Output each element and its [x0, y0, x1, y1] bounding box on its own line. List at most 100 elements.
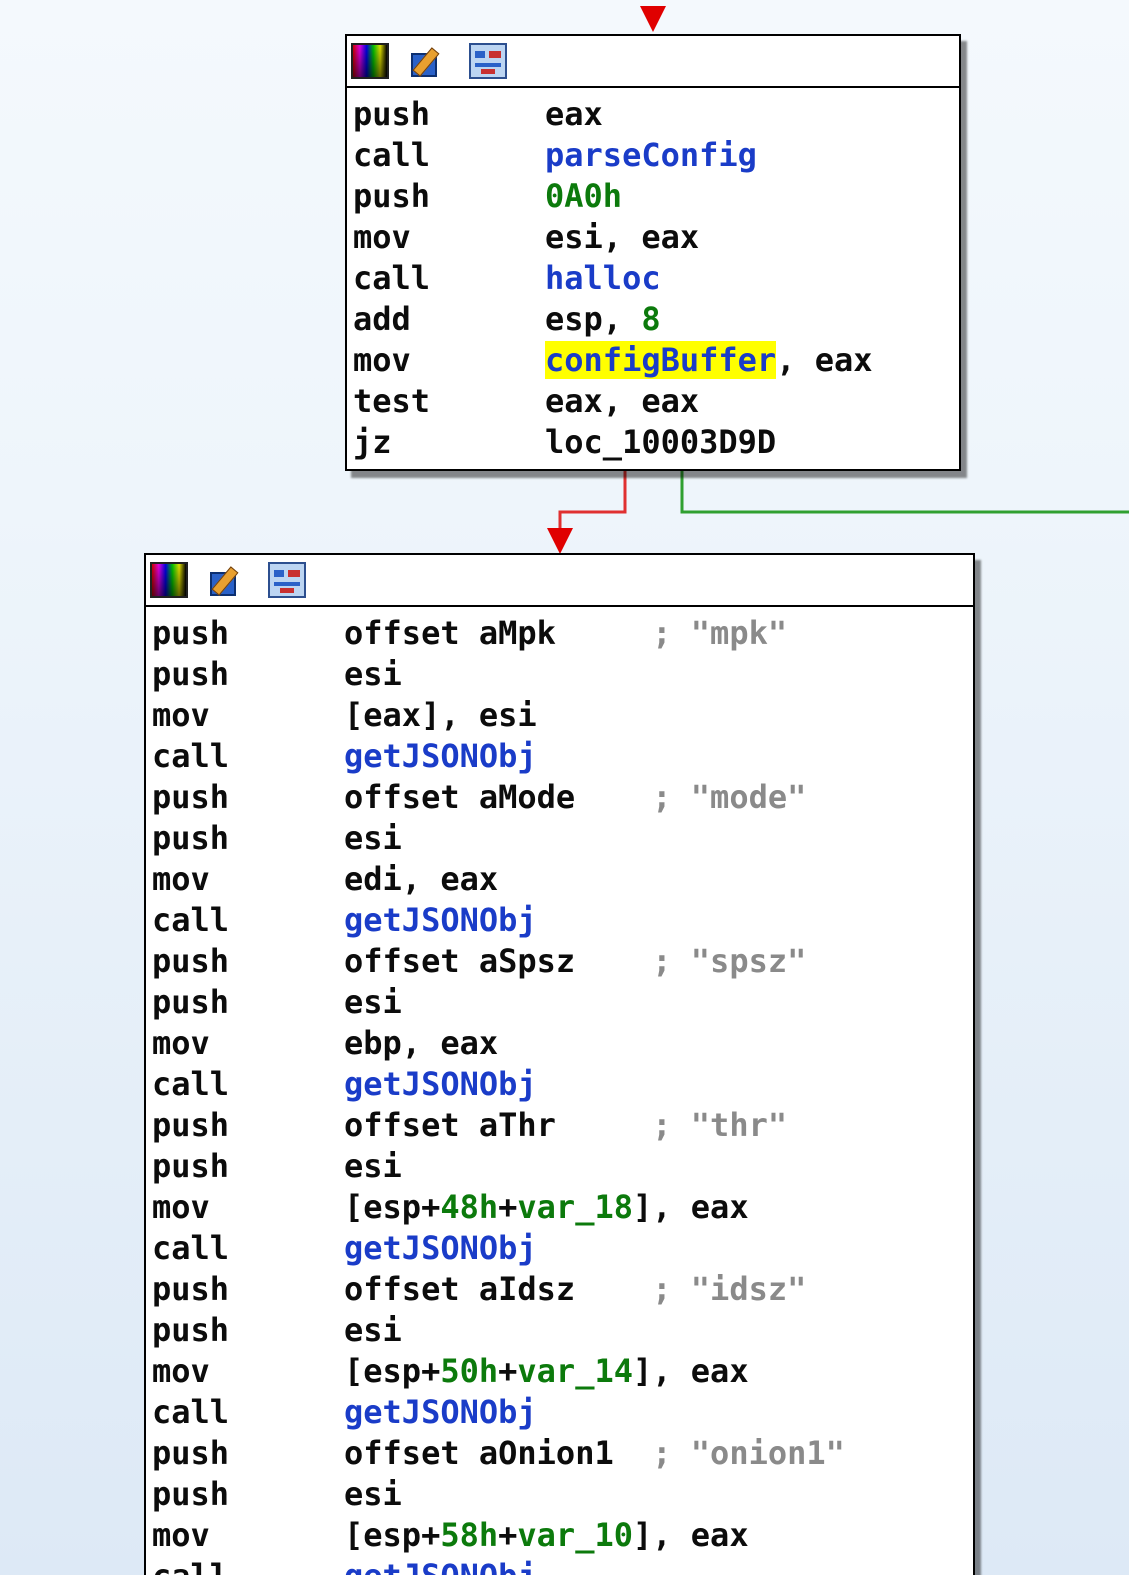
- instruction-line[interactable]: call getJSONObj: [152, 1064, 537, 1105]
- function-name[interactable]: parseConfig: [545, 136, 757, 174]
- instruction-line[interactable]: test eax, eax: [353, 381, 699, 422]
- code-block-2[interactable]: push offset aMpk ; "mpk" push esi mov [eax], …: [144, 553, 975, 1575]
- instruction-line[interactable]: push esi: [152, 818, 402, 859]
- instruction-line[interactable]: push esi: [152, 1310, 402, 1351]
- operand: eax, eax: [545, 382, 700, 420]
- color-palette-icon[interactable]: [351, 43, 389, 79]
- operand: , eax: [776, 341, 873, 379]
- mnemonic: call: [152, 1229, 230, 1267]
- instruction-line[interactable]: push offset aSpsz ; "spsz": [152, 941, 806, 982]
- instruction-line[interactable]: add esp, 8: [353, 299, 661, 340]
- operand: offset aIdsz: [344, 1270, 653, 1308]
- function-name[interactable]: halloc: [545, 259, 661, 297]
- mnemonic: mov: [152, 696, 210, 734]
- mnemonic: push: [152, 1311, 230, 1349]
- function-name[interactable]: getJSONObj: [344, 1557, 537, 1575]
- instruction-line[interactable]: call getJSONObj: [152, 1228, 537, 1269]
- instruction-line[interactable]: push esi: [152, 1474, 402, 1515]
- numeric-operand: 8: [641, 300, 661, 338]
- instruction-line[interactable]: call parseConfig: [353, 135, 757, 176]
- instruction-line[interactable]: push esi: [152, 982, 402, 1023]
- false-branch-edge[interactable]: [558, 470, 627, 532]
- comment: ; "spsz": [652, 942, 807, 980]
- operand: esi: [344, 983, 402, 1021]
- true-branch-edge[interactable]: [680, 470, 1129, 514]
- function-name[interactable]: getJSONObj: [344, 737, 537, 775]
- operand: ebp, eax: [344, 1024, 499, 1062]
- color-palette-icon[interactable]: [150, 562, 188, 598]
- mnemonic: mov: [152, 1024, 210, 1062]
- mnemonic: push: [152, 778, 230, 816]
- instruction-line[interactable]: push eax: [353, 94, 603, 135]
- instruction-line[interactable]: push esi: [152, 654, 402, 695]
- instruction-line[interactable]: push offset aThr ; "thr": [152, 1105, 787, 1146]
- graph-overview-icon[interactable]: [268, 562, 306, 598]
- mnemonic: push: [152, 1434, 230, 1472]
- instruction-line[interactable]: callgetJSONObj: [152, 1392, 537, 1433]
- code-block-1[interactable]: push eax call parseConfig push 0A0h mov esi, ea…: [345, 34, 961, 471]
- instruction-line[interactable]: mov configBuffer, eax: [353, 340, 873, 381]
- mnemonic: mov: [353, 341, 411, 379]
- instruction-line[interactable]: push offset aMode ; "mode": [152, 777, 806, 818]
- instruction-line[interactable]: call halloc: [353, 258, 661, 299]
- operand: [esp+: [344, 1188, 441, 1226]
- mnemonic: test: [353, 382, 431, 420]
- mnemonic: call: [353, 259, 431, 297]
- operand: offset aMode: [344, 778, 653, 816]
- instruction-line[interactable]: push esi: [152, 1146, 402, 1187]
- instruction-line[interactable]: mov [esp+48h+var_18], eax: [152, 1187, 749, 1228]
- operand: offset aOnion1: [344, 1434, 653, 1472]
- operand: ], eax: [632, 1188, 749, 1226]
- instruction-line[interactable]: mov ebp, eax: [152, 1023, 498, 1064]
- mnemonic: mov: [152, 860, 210, 898]
- instruction-line[interactable]: mov esi, eax: [353, 217, 699, 258]
- operand: loc_10003D9D: [545, 423, 777, 461]
- mnemonic: mov: [152, 1352, 210, 1390]
- operand: [eax], esi: [344, 696, 537, 734]
- mnemonic: push: [152, 819, 230, 857]
- instruction-line[interactable]: call getJSONObj: [152, 900, 537, 941]
- function-name[interactable]: getJSONObj: [344, 1393, 537, 1431]
- operand: +: [498, 1188, 518, 1226]
- function-name[interactable]: getJSONObj: [344, 1229, 537, 1267]
- operand: esi: [344, 1147, 402, 1185]
- instruction-line[interactable]: mov [esp+58h+var_10], eax: [152, 1515, 749, 1556]
- operand: esi, eax: [545, 218, 700, 256]
- instruction-line[interactable]: jz loc_10003D9D: [353, 422, 776, 463]
- mnemonic: call: [353, 136, 431, 174]
- mnemonic: call: [152, 901, 230, 939]
- operand: edi, eax: [344, 860, 499, 898]
- instruction-line[interactable]: mov [eax], esi: [152, 695, 537, 736]
- operand: +: [498, 1516, 518, 1554]
- operand: ], eax: [632, 1352, 749, 1390]
- instruction-line[interactable]: push 0A0h: [353, 176, 622, 217]
- mnemonic: push: [152, 983, 230, 1021]
- numeric-operand: var_14: [517, 1352, 633, 1390]
- rename-pencil-icon[interactable]: [409, 43, 447, 79]
- function-name[interactable]: getJSONObj: [344, 901, 537, 939]
- mnemonic: push: [152, 942, 230, 980]
- instruction-line[interactable]: push offset aIdsz ; "idsz": [152, 1269, 806, 1310]
- function-name[interactable]: getJSONObj: [344, 1065, 537, 1103]
- incoming-edge-arrow: [640, 6, 666, 32]
- instruction-line[interactable]: mov edi, eax: [152, 859, 498, 900]
- instruction-line[interactable]: push offset aOnion1 ; "onion1": [152, 1433, 845, 1474]
- mnemonic: mov: [353, 218, 411, 256]
- numeric-operand: 0A0h: [545, 177, 623, 215]
- instruction-line[interactable]: push offset aMpk ; "mpk": [152, 613, 787, 654]
- instruction-line[interactable]: mov [esp+50h+var_14], eax: [152, 1351, 749, 1392]
- operand: esi: [344, 1475, 402, 1513]
- instruction-line[interactable]: callgetJSONObj: [152, 736, 537, 777]
- mnemonic: call: [152, 1065, 230, 1103]
- operand: eax: [545, 95, 603, 133]
- mnemonic: push: [353, 177, 431, 215]
- operand: offset aSpsz: [344, 942, 653, 980]
- comment: ; "mode": [652, 778, 807, 816]
- instruction-line[interactable]: callgetJSONObj: [152, 1556, 537, 1575]
- graph-view-canvas[interactable]: push eax call parseConfig push 0A0h mov esi, ea…: [0, 0, 1129, 1575]
- graph-overview-icon[interactable]: [469, 43, 507, 79]
- operand: esi: [344, 1311, 402, 1349]
- comment: ; "idsz": [652, 1270, 807, 1308]
- highlighted-symbol[interactable]: configBuffer: [545, 341, 777, 379]
- rename-pencil-icon[interactable]: [208, 562, 246, 598]
